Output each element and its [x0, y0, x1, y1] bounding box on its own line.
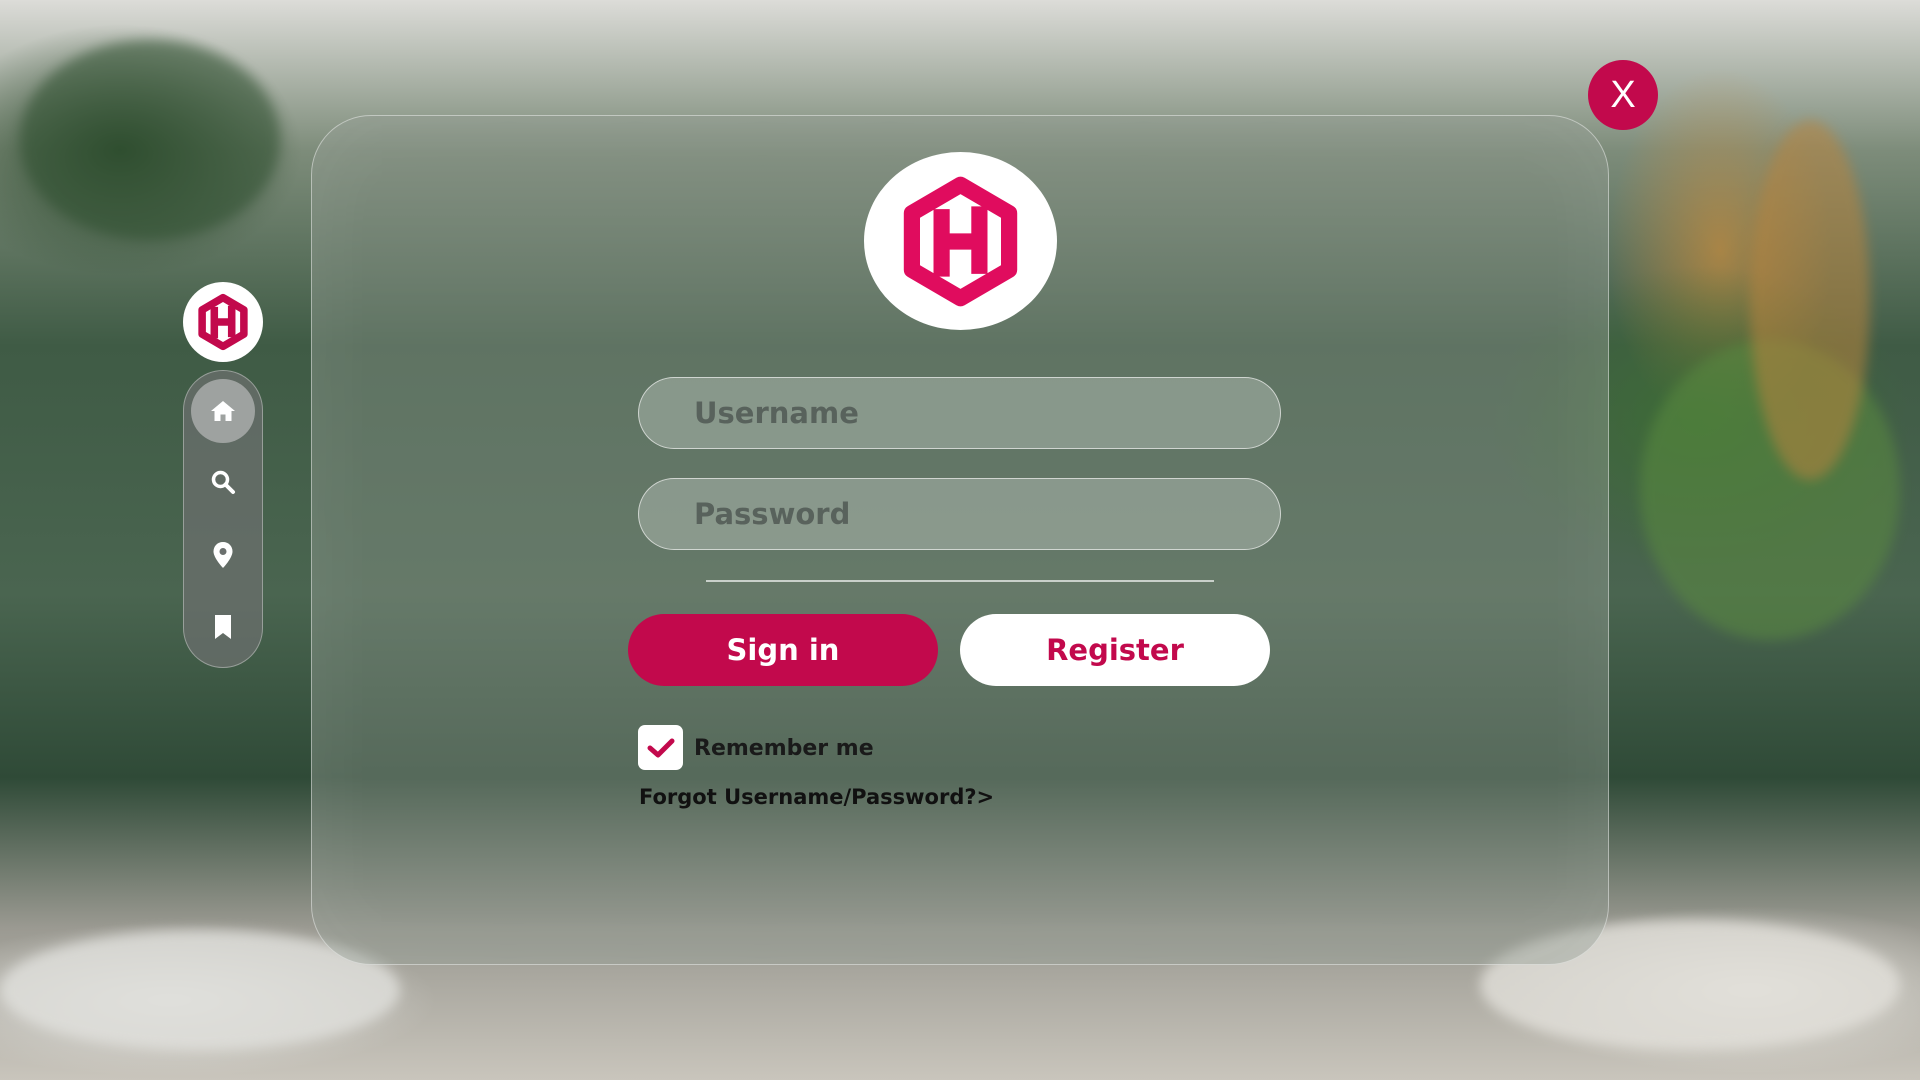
checkmark-icon: [647, 738, 674, 757]
remember-me-label: Remember me: [694, 736, 874, 761]
password-input[interactable]: [638, 478, 1281, 550]
brand-logo: [864, 152, 1057, 330]
close-button[interactable]: X: [1588, 60, 1658, 130]
sidebar-item-home[interactable]: [191, 379, 255, 443]
forgot-credentials-link[interactable]: Forgot Username/Password?>: [639, 785, 994, 809]
sidebar-item-search[interactable]: [191, 450, 255, 514]
remember-me-checkbox[interactable]: [638, 725, 683, 770]
hexagon-h-logo-icon: [903, 176, 1018, 306]
home-icon: [211, 401, 235, 421]
sign-in-button[interactable]: Sign in: [628, 614, 938, 686]
sidebar-item-bookmark[interactable]: [191, 595, 255, 659]
form-divider: [706, 580, 1214, 582]
background-window-light: [1750, 120, 1870, 480]
bookmark-icon: [215, 615, 231, 639]
username-input[interactable]: [638, 377, 1281, 449]
hexagon-h-logo-icon: [198, 293, 248, 351]
sidebar-item-location[interactable]: [191, 523, 255, 587]
register-button[interactable]: Register: [960, 614, 1270, 686]
search-icon: [211, 470, 235, 494]
sidebar-logo[interactable]: [183, 282, 263, 362]
sidebar-nav: [183, 370, 263, 668]
background-foliage: [20, 40, 280, 240]
location-pin-icon: [213, 542, 233, 568]
